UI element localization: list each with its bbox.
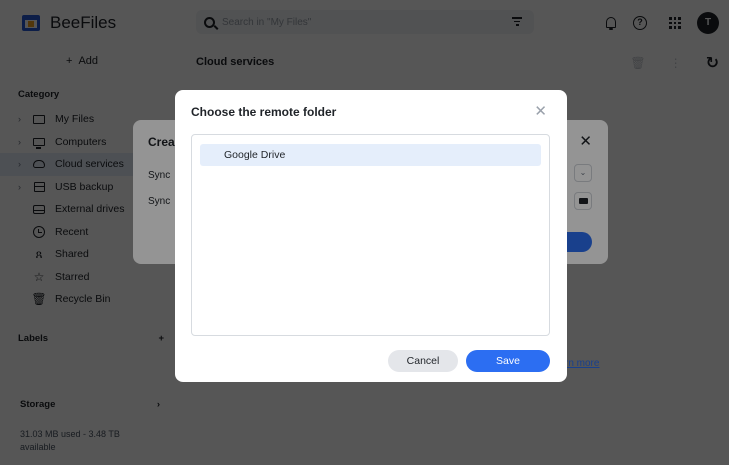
choose-remote-folder-dialog: Choose the remote folder ✕ Google Drive …	[175, 90, 567, 382]
cancel-button[interactable]: Cancel	[388, 350, 458, 372]
folder-tree: Google Drive	[191, 134, 550, 336]
save-button[interactable]: Save	[466, 350, 550, 372]
folder-item-google-drive[interactable]: Google Drive	[200, 144, 541, 166]
close-icon[interactable]: ✕	[534, 102, 547, 120]
dialog-title: Choose the remote folder	[191, 105, 337, 119]
